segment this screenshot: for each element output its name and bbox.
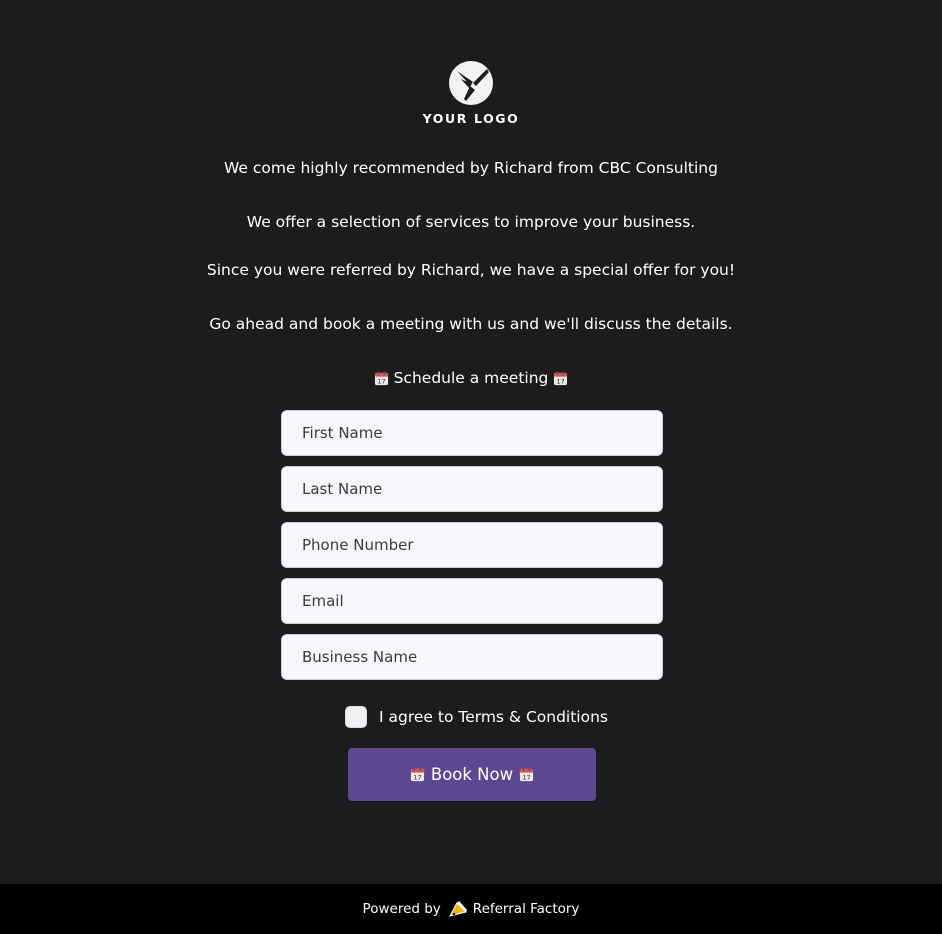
footer: Powered by Referral Factory — [0, 884, 942, 934]
landing-page: YOUR LOGO We come highly recommended by … — [0, 0, 942, 884]
powered-by-text: Powered by — [362, 901, 441, 917]
offer-text: Since you were referred by Richard, we h… — [206, 261, 736, 279]
terms-checkbox[interactable] — [345, 706, 367, 728]
calendar-icon: 17 — [410, 767, 424, 782]
book-now-label: Book Now — [430, 765, 514, 784]
svg-text:17: 17 — [413, 774, 421, 782]
recommendation-text: We come highly recommended by Richard fr… — [224, 159, 718, 177]
svg-text:17: 17 — [377, 377, 385, 385]
phone-number-input[interactable] — [281, 522, 663, 568]
schedule-label: Schedule a meeting — [393, 369, 549, 387]
logo: YOUR LOGO — [0, 60, 942, 126]
book-invite-text: Go ahead and book a meeting with us and … — [209, 315, 733, 333]
calendar-icon: 17 — [520, 767, 534, 782]
calendar-icon: 17 — [374, 370, 388, 385]
logo-mark-icon — [449, 61, 493, 105]
calendar-icon: 17 — [554, 370, 568, 385]
book-now-button[interactable]: 17 Book Now 17 — [348, 748, 596, 801]
email-input[interactable] — [281, 578, 663, 624]
svg-text:17: 17 — [522, 774, 530, 782]
first-name-input[interactable] — [281, 410, 663, 456]
referral-factory-logo-icon — [448, 901, 467, 917]
booking-form — [281, 410, 663, 690]
logo-text: YOUR LOGO — [422, 111, 520, 126]
terms-label[interactable]: I agree to Terms & Conditions — [379, 708, 608, 726]
referral-factory-link[interactable]: Referral Factory — [473, 901, 580, 917]
svg-text:17: 17 — [557, 377, 565, 385]
schedule-heading: 17 Schedule a meeting 17 — [0, 368, 942, 388]
services-text: We offer a selection of services to impr… — [246, 213, 696, 231]
terms-agreement[interactable]: I agree to Terms & Conditions — [345, 704, 608, 730]
last-name-input[interactable] — [281, 466, 663, 512]
business-name-input[interactable] — [281, 634, 663, 680]
